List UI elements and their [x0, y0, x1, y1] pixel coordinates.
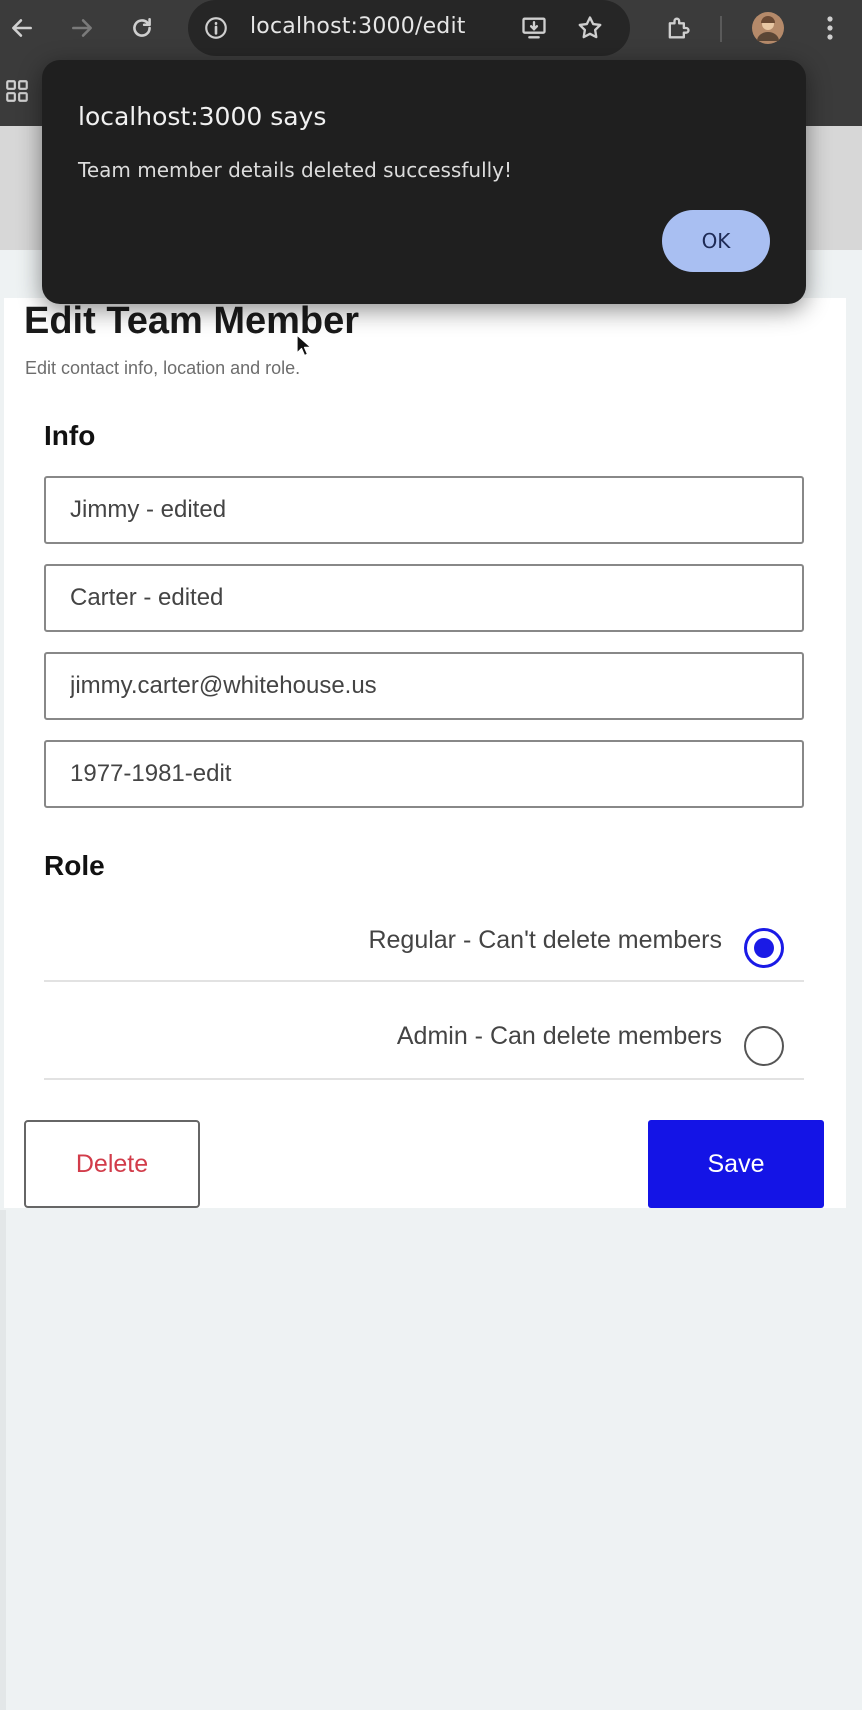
- last-name-input[interactable]: [46, 566, 802, 630]
- first-name-field[interactable]: [44, 476, 804, 544]
- toolbar-divider: [720, 16, 722, 42]
- dialog-message: Team member details deleted successfully…: [78, 158, 513, 182]
- phone-input[interactable]: [46, 742, 802, 806]
- save-button[interactable]: Save: [648, 1120, 824, 1208]
- url-text[interactable]: localhost:3000/edit: [250, 14, 466, 39]
- apps-grid-icon[interactable]: [4, 78, 30, 109]
- email-input[interactable]: [46, 654, 802, 718]
- role-option-regular[interactable]: Regular - Can't delete members: [44, 886, 804, 982]
- role-option-label: Admin - Can delete members: [396, 1022, 722, 1050]
- extensions-icon[interactable]: [660, 10, 696, 46]
- ok-button[interactable]: OK: [662, 210, 770, 272]
- alert-dialog: localhost:3000 says Team member details …: [42, 60, 806, 304]
- email-field[interactable]: [44, 652, 804, 720]
- info-section-label: Info: [44, 420, 96, 451]
- delete-button[interactable]: Delete: [24, 1120, 200, 1208]
- menu-dots-icon[interactable]: [812, 10, 848, 46]
- forward-arrow-icon[interactable]: [64, 10, 100, 46]
- role-option-admin[interactable]: Admin - Can delete members: [44, 984, 804, 1080]
- role-regular-radio[interactable]: [744, 928, 784, 968]
- bookmark-star-icon[interactable]: [572, 10, 608, 46]
- back-arrow-icon[interactable]: [4, 10, 40, 46]
- browser-toolbar: localhost:3000/edit: [0, 0, 862, 58]
- install-app-icon[interactable]: [516, 10, 552, 46]
- first-name-input[interactable]: [46, 478, 802, 542]
- profile-avatar[interactable]: [750, 10, 786, 46]
- page-subtitle: Edit contact info, location and role.: [25, 358, 301, 378]
- site-info-icon[interactable]: [198, 10, 234, 46]
- mouse-cursor-icon: [296, 334, 312, 363]
- role-admin-radio[interactable]: [744, 1026, 784, 1066]
- page-edge: [0, 1210, 6, 1710]
- phone-field[interactable]: [44, 740, 804, 808]
- role-section-label: Role: [44, 850, 105, 881]
- dialog-title: localhost:3000 says: [78, 102, 327, 131]
- role-option-label: Regular - Can't delete members: [368, 926, 722, 954]
- last-name-field[interactable]: [44, 564, 804, 632]
- reload-icon[interactable]: [124, 10, 160, 46]
